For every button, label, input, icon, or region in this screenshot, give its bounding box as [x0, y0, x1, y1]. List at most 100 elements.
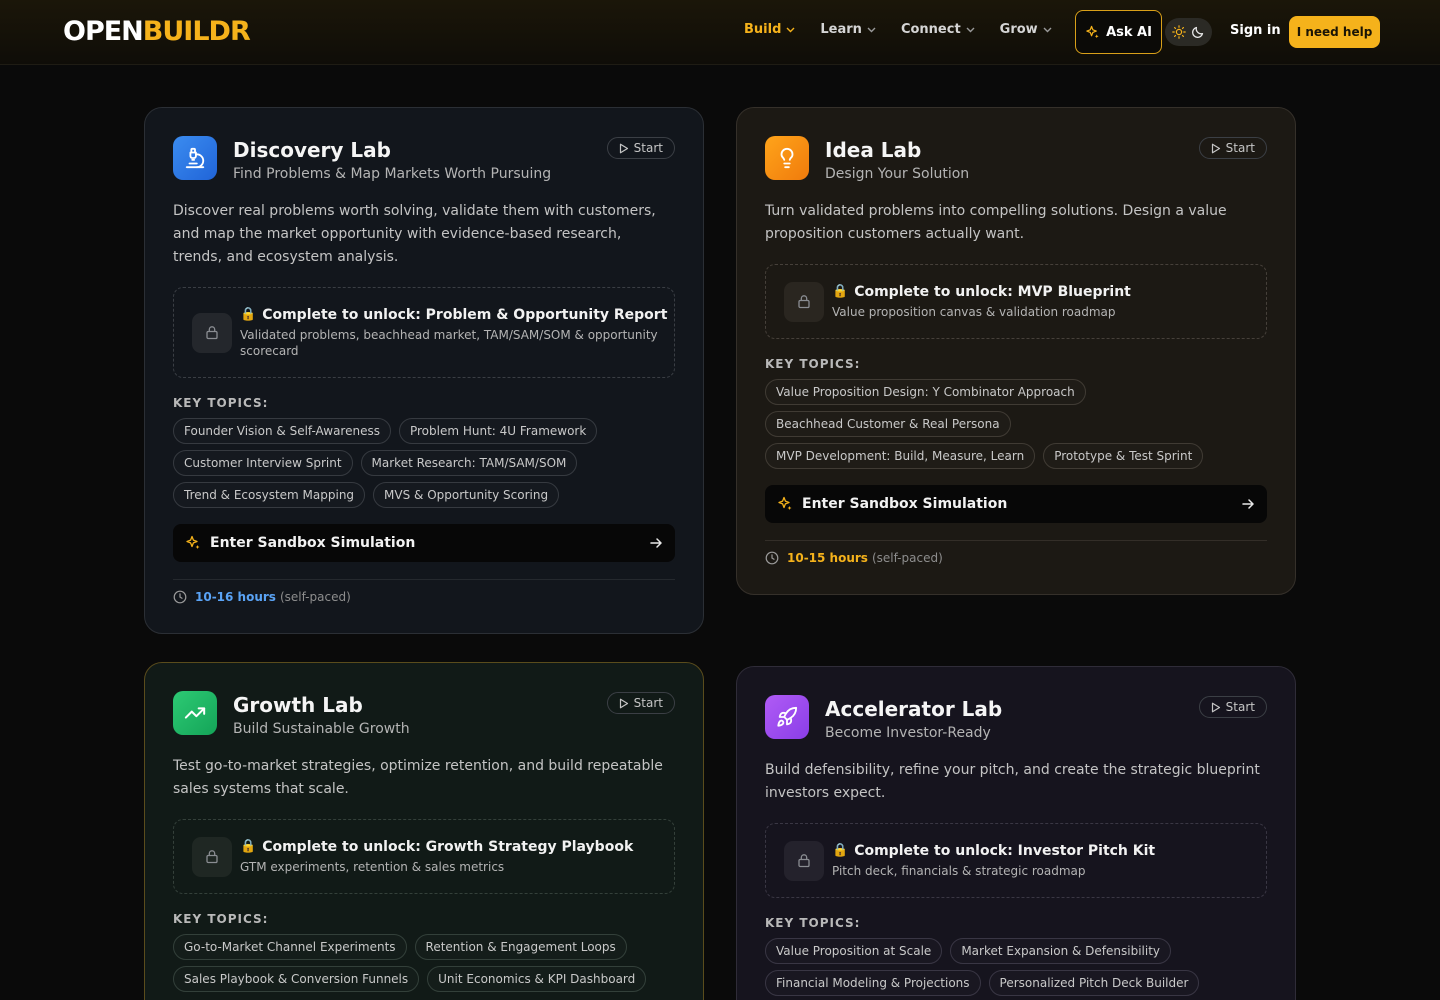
- card-footer: 10-16 hours (self-paced): [173, 579, 675, 604]
- topic-tag: Customer Interview Sprint: [173, 450, 353, 476]
- duration-hours: 10-16 hours: [195, 590, 276, 604]
- trending-up-icon: [173, 691, 217, 735]
- rocket-icon: [765, 695, 809, 739]
- microscope-icon: [173, 136, 217, 180]
- sparkle-icon: [186, 535, 200, 549]
- arrow-right-icon: [1242, 499, 1254, 509]
- unlock-description: GTM experiments, retention & sales metri…: [240, 859, 505, 874]
- logo-open-text: OPEN: [63, 16, 144, 47]
- card-description: Turn validated problems into compelling …: [765, 203, 1227, 242]
- idea-lab-card: Idea Lab Design Your Solution Start Turn…: [736, 107, 1296, 595]
- padlock-emoji-icon: 🔒: [240, 307, 257, 322]
- topic-tags: Value Proposition at Scale Market Expans…: [765, 938, 1270, 1000]
- unlock-box: 🔒 Complete to unlock: MVP Blueprint Value…: [765, 264, 1267, 339]
- unlock-box: 🔒 Complete to unlock: Growth Strategy Pla…: [173, 819, 675, 894]
- chevron-down-icon: [867, 27, 876, 32]
- chevron-down-icon: [786, 27, 795, 32]
- growth-lab-card: Growth Lab Build Sustainable Growth Star…: [144, 662, 704, 1000]
- card-description: Test go-to-market strategies, optimize r…: [173, 758, 663, 797]
- topic-tag: MVP Development: Build, Measure, Learn: [765, 443, 1036, 469]
- nav-connect[interactable]: Connect: [901, 22, 975, 37]
- topic-tag: Sales Playbook & Conversion Funnels: [173, 966, 420, 992]
- nav-grow-label: Grow: [999, 22, 1038, 37]
- card-title: Growth Lab: [233, 693, 363, 717]
- chevron-down-icon: [1043, 27, 1052, 32]
- theme-toggle[interactable]: [1165, 18, 1212, 46]
- topic-tags: Go-to-Market Channel Experiments Retenti…: [173, 934, 678, 998]
- key-topics-label: KEY TOPICS:: [173, 396, 269, 410]
- start-button[interactable]: Start: [1198, 137, 1267, 159]
- topic-tags: Value Proposition Design: Y Combinator A…: [765, 379, 1270, 475]
- unlock-description: Value proposition canvas & validation ro…: [832, 304, 1116, 319]
- key-topics-label: KEY TOPICS:: [765, 916, 861, 930]
- start-label: Start: [1225, 700, 1255, 714]
- topic-tags: Founder Vision & Self-Awareness Problem …: [173, 418, 678, 514]
- arrow-right-icon: [650, 538, 662, 548]
- play-icon: [619, 143, 628, 153]
- card-subtitle: Find Problems & Map Markets Worth Pursui…: [233, 166, 552, 182]
- key-topics-label: KEY TOPICS:: [173, 912, 269, 926]
- top-navbar: OPENBUILDR Build Learn Connect Grow Ask …: [0, 0, 1440, 65]
- start-button[interactable]: Start: [1198, 696, 1267, 718]
- sign-in-link[interactable]: Sign in: [1230, 23, 1281, 38]
- play-icon: [619, 698, 628, 708]
- topic-tag: Retention & Engagement Loops: [414, 934, 627, 960]
- play-icon: [1211, 702, 1220, 712]
- topic-tag: Market Expansion & Defensibility: [950, 938, 1172, 964]
- sandbox-label: Enter Sandbox Simulation: [802, 496, 1008, 512]
- start-label: Start: [633, 696, 663, 710]
- openbuildr-logo[interactable]: OPENBUILDR: [63, 16, 251, 47]
- topic-tag: Value Proposition Design: Y Combinator A…: [765, 379, 1086, 405]
- nav-build[interactable]: Build: [744, 22, 795, 37]
- play-icon: [1211, 143, 1220, 153]
- topic-tag: Problem Hunt: 4U Framework: [398, 418, 598, 444]
- unlock-title: Complete to unlock: MVP Blueprint: [854, 283, 1131, 300]
- lock-icon: [192, 836, 232, 877]
- start-button[interactable]: Start: [606, 692, 675, 714]
- topic-tag: Personalized Pitch Deck Builder: [988, 970, 1200, 996]
- sparkle-icon: [778, 496, 792, 510]
- start-label: Start: [633, 141, 663, 155]
- logo-buildr-text: BUILDR: [142, 16, 251, 47]
- self-paced-label: (self-paced): [871, 551, 943, 565]
- padlock-emoji-icon: 🔒: [240, 839, 257, 854]
- card-title: Idea Lab: [825, 138, 922, 162]
- lock-icon: [784, 840, 824, 881]
- card-description: Build defensibility, refine your pitch, …: [765, 762, 1260, 801]
- card-subtitle: Design Your Solution: [825, 166, 970, 182]
- duration-hours: 10-15 hours: [787, 551, 868, 565]
- nav-grow[interactable]: Grow: [1000, 22, 1052, 37]
- sun-icon: [1171, 25, 1186, 39]
- start-label: Start: [1225, 141, 1255, 155]
- topic-tag: Go-to-Market Channel Experiments: [173, 934, 407, 960]
- discovery-lab-card: Discovery Lab Find Problems & Map Market…: [144, 107, 704, 634]
- enter-sandbox-button[interactable]: Enter Sandbox Simulation: [765, 485, 1267, 523]
- topic-tag: Financial Modeling & Projections: [765, 970, 981, 996]
- card-title: Accelerator Lab: [825, 697, 1003, 721]
- ask-ai-button[interactable]: Ask AI: [1075, 10, 1162, 54]
- ask-ai-label: Ask AI: [1106, 24, 1152, 40]
- need-help-button[interactable]: I need help: [1289, 16, 1380, 48]
- topic-tag: Market Research: TAM/SAM/SOM: [360, 450, 578, 476]
- unlock-title: Complete to unlock: Investor Pitch Kit: [854, 842, 1156, 859]
- card-footer: 10-15 hours (self-paced): [765, 540, 1267, 565]
- clock-icon: [173, 590, 187, 604]
- unlock-box: 🔒 Complete to unlock: Problem & Opportuni…: [173, 287, 675, 378]
- sandbox-label: Enter Sandbox Simulation: [210, 535, 416, 551]
- chevron-down-icon: [966, 27, 975, 32]
- card-subtitle: Build Sustainable Growth: [233, 721, 410, 737]
- accelerator-lab-card: Accelerator Lab Become Investor-Ready St…: [736, 666, 1296, 1000]
- card-title: Discovery Lab: [233, 138, 391, 162]
- nav-connect-label: Connect: [900, 22, 961, 37]
- lightbulb-icon: [765, 136, 809, 180]
- self-paced-label: (self-paced): [279, 590, 351, 604]
- nav-learn[interactable]: Learn: [820, 22, 876, 37]
- card-subtitle: Become Investor-Ready: [825, 725, 991, 741]
- enter-sandbox-button[interactable]: Enter Sandbox Simulation: [173, 524, 675, 562]
- key-topics-label: KEY TOPICS:: [765, 357, 861, 371]
- topic-tag: Trend & Ecosystem Mapping: [173, 482, 366, 508]
- unlock-title: Complete to unlock: Growth Strategy Play…: [262, 838, 634, 855]
- unlock-title: Complete to unlock: Problem & Opportunit…: [262, 306, 668, 323]
- unlock-description: Validated problems, beachhead market, TA…: [240, 327, 658, 358]
- start-button[interactable]: Start: [606, 137, 675, 159]
